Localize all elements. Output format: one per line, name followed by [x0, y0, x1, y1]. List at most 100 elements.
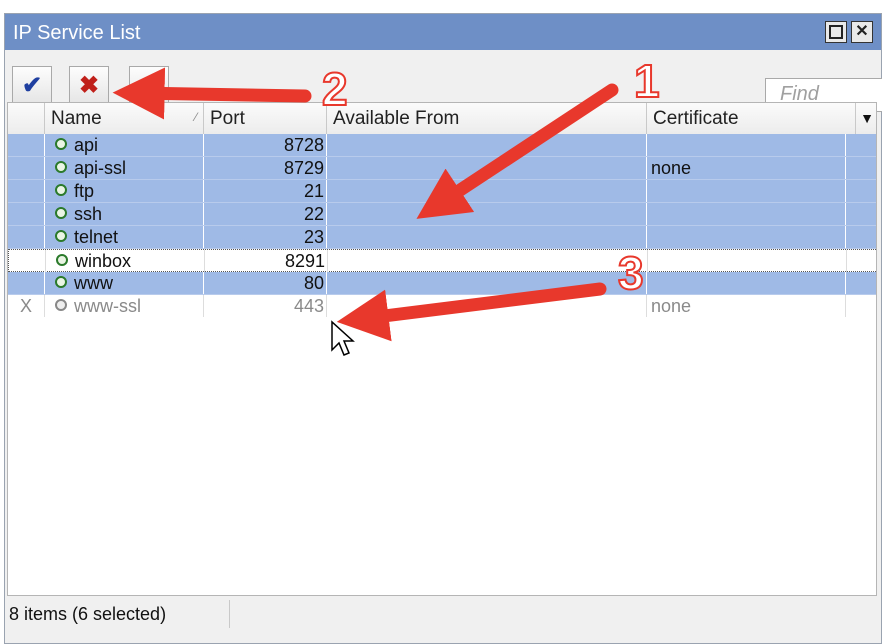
row-flag: [8, 203, 45, 225]
row-name-text: www-ssl: [74, 296, 141, 316]
service-status-icon: [55, 207, 67, 220]
table-row[interactable]: Xwww-ssl 443 none: [8, 295, 876, 318]
row-name: www: [45, 272, 204, 294]
row-certificate: [647, 134, 846, 156]
row-port-text: 80: [303, 273, 324, 293]
row-flag-text: X: [19, 296, 32, 316]
row-port: 8729: [204, 157, 327, 179]
row-port: 21: [204, 180, 327, 202]
row-certificate-text: none: [651, 158, 692, 178]
row-name: winbox: [46, 250, 205, 272]
table-row[interactable]: ftp 21: [8, 180, 876, 203]
filter-button[interactable]: ▼: [129, 66, 169, 106]
row-flag: [8, 272, 45, 294]
row-flag: X: [8, 295, 45, 317]
service-status-icon: [55, 184, 67, 197]
row-port-text: 8729: [283, 158, 324, 178]
row-filler: [846, 157, 876, 179]
row-filler: [846, 272, 876, 294]
row-name-text: api-ssl: [74, 158, 127, 178]
sort-ascending-icon: ⁄: [194, 110, 197, 124]
title-bar[interactable]: IP Service List ✕: [5, 14, 881, 50]
row-certificate: none: [647, 295, 846, 317]
table-row[interactable]: ssh 22: [8, 203, 876, 226]
row-flag: [8, 180, 45, 202]
table-row[interactable]: api-ssl 8729 none: [8, 157, 876, 180]
row-name: ssh: [45, 203, 204, 225]
row-certificate: [647, 272, 846, 294]
table-row[interactable]: www 80: [8, 272, 876, 295]
row-port: 23: [204, 226, 327, 248]
row-available-from: [327, 157, 647, 179]
services-table: Name ⁄ Port Available From Certificate ▼…: [7, 102, 877, 596]
row-flag: [8, 134, 45, 156]
row-port: 8728: [204, 134, 327, 156]
row-name: ftp: [45, 180, 204, 202]
enable-button[interactable]: ✔: [12, 66, 52, 106]
row-name: api-ssl: [45, 157, 204, 179]
filter-icon: ▼: [140, 77, 158, 97]
row-port-text: 8291: [284, 251, 325, 271]
row-available-from: [327, 226, 647, 248]
row-port-text: 22: [303, 204, 324, 224]
row-filler: [846, 226, 876, 248]
service-status-icon: [55, 230, 67, 243]
table-header: Name ⁄ Port Available From Certificate ▼: [8, 103, 876, 135]
restore-icon[interactable]: [825, 21, 847, 43]
column-menu-icon[interactable]: ▼: [856, 103, 876, 134]
header-name[interactable]: Name ⁄: [45, 103, 204, 134]
row-port: 8291: [205, 250, 328, 272]
row-port: 22: [204, 203, 327, 225]
service-status-icon: [55, 299, 67, 312]
close-icon[interactable]: ✕: [851, 21, 873, 43]
row-available-from: [328, 250, 648, 272]
row-flag: [9, 250, 46, 272]
row-flag: [8, 226, 45, 248]
header-certificate[interactable]: Certificate: [647, 103, 856, 134]
row-certificate: none: [647, 157, 846, 179]
row-name-text: telnet: [74, 227, 119, 247]
row-port-text: 23: [303, 227, 324, 247]
row-name-text: winbox: [75, 251, 132, 271]
table-row[interactable]: api 8728: [8, 134, 876, 157]
row-flag: [8, 157, 45, 179]
row-name-text: ftp: [74, 181, 95, 201]
table-row[interactable]: winbox 8291: [8, 249, 876, 272]
header-available-from[interactable]: Available From: [327, 103, 647, 134]
row-filler: [847, 250, 876, 272]
service-status-icon: [55, 276, 67, 289]
annotation-label-3: 3: [617, 247, 645, 299]
header-available-from-label: Available From: [333, 108, 460, 129]
row-name-text: api: [74, 135, 99, 155]
header-port[interactable]: Port: [204, 103, 327, 134]
header-flag[interactable]: [8, 103, 45, 134]
row-filler: [846, 203, 876, 225]
row-port-text: 8728: [283, 135, 324, 155]
row-name-text: www: [74, 273, 113, 293]
row-certificate: [647, 180, 846, 202]
table-row[interactable]: telnet 23: [8, 226, 876, 249]
header-certificate-label: Certificate: [653, 108, 739, 129]
row-certificate: [647, 226, 846, 248]
annotation-label-1: 1: [633, 55, 661, 107]
window-title: IP Service List: [13, 22, 141, 44]
row-available-from: [327, 272, 647, 294]
row-name: telnet: [45, 226, 204, 248]
row-filler: [846, 134, 876, 156]
row-certificate: [648, 250, 847, 272]
service-status-icon: [55, 138, 67, 151]
row-available-from: [327, 180, 647, 202]
row-name: www-ssl: [45, 295, 204, 317]
header-port-label: Port: [210, 108, 245, 129]
row-name: api: [45, 134, 204, 156]
checkmark-icon: ✔: [21, 72, 43, 99]
service-status-icon: [55, 161, 67, 174]
row-filler: [846, 295, 876, 317]
row-port-text: 21: [303, 181, 324, 201]
header-name-label: Name: [51, 108, 102, 129]
x-icon: ✖: [78, 72, 100, 99]
disable-button[interactable]: ✖: [69, 66, 109, 106]
service-status-icon: [56, 254, 68, 267]
row-port: 80: [204, 272, 327, 294]
row-port-text: 443: [293, 296, 324, 316]
